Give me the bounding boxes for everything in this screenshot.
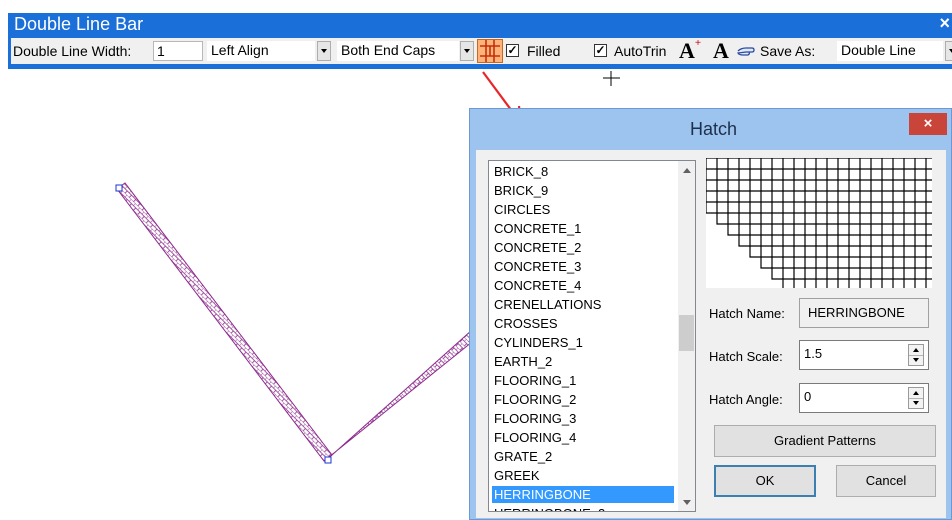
toolbar-titlebar[interactable]: Double Line Bar × <box>8 13 952 35</box>
spin-down-icon[interactable] <box>909 398 923 408</box>
align-select[interactable]: Left Align <box>207 41 315 61</box>
hatch-scale-label: Hatch Scale: <box>709 349 783 364</box>
list-item[interactable]: FLOORING_1 <box>492 372 674 389</box>
dialog-title: Hatch <box>690 119 738 139</box>
hatch-angle-stepper[interactable] <box>908 387 924 409</box>
autotrim-checkbox[interactable]: ✓ <box>594 44 607 57</box>
hatched-bar-left <box>116 182 333 462</box>
hatch-icon <box>480 40 500 62</box>
hatch-name-label: Hatch Name: <box>709 306 785 321</box>
hatch-pattern-button[interactable] <box>477 39 503 63</box>
scroll-up-icon[interactable] <box>678 161 695 178</box>
toolbar-row: Double Line Width: 1 Left Align Both End… <box>8 35 952 69</box>
hatch-scale-spinner[interactable] <box>799 340 929 370</box>
dialog-body: BRICK_8 BRICK_9 CIRCLES CONCRETE_1 CONCRETE_… <box>476 135 952 518</box>
list-item[interactable]: CRENELLATIONS <box>492 296 674 313</box>
list-item[interactable]: CROSSES <box>492 315 674 332</box>
list-item[interactable]: FLOORING_3 <box>492 410 674 427</box>
list-item[interactable]: CONCRETE_3 <box>492 258 674 275</box>
double-line-toolbar: Double Line Bar × Double Line Width: 1 L… <box>0 0 952 70</box>
font-larger-icon[interactable]: A+ <box>679 37 701 64</box>
hatch-angle-input[interactable] <box>804 389 894 404</box>
save-as-select[interactable]: Double Line <box>837 41 943 61</box>
hatch-angle-spinner[interactable] <box>799 383 929 413</box>
crosshair-cursor-icon <box>603 71 620 86</box>
close-icon[interactable]: × <box>939 13 950 34</box>
list-item[interactable]: FLOORING_4 <box>492 429 674 446</box>
width-label: Double Line Width: <box>13 43 132 59</box>
filled-checkbox[interactable]: ✓ <box>506 44 519 57</box>
save-hand-icon[interactable] <box>737 43 755 62</box>
list-item[interactable]: BRICK_8 <box>492 163 674 180</box>
save-as-label: Save As: <box>760 43 816 59</box>
list-item[interactable]: CONCRETE_1 <box>492 220 674 237</box>
hatch-name-field: HERRINGBONE <box>799 298 929 328</box>
list-item[interactable]: HERRINGBONE <box>492 486 674 503</box>
list-scrollbar[interactable] <box>678 161 695 511</box>
spin-down-icon[interactable] <box>909 355 923 365</box>
list-item[interactable]: GREEK <box>492 467 674 484</box>
autotrim-label: AutoTrin <box>614 43 667 59</box>
hatch-preview <box>639 135 952 324</box>
hatch-scale-stepper[interactable] <box>908 344 924 366</box>
hatch-angle-label: Hatch Angle: <box>709 392 783 407</box>
align-dropdown-arrow-icon[interactable] <box>317 41 331 61</box>
grip-handle-corner <box>324 456 332 464</box>
herringbone-preview-image <box>639 135 952 324</box>
hatch-scale-input[interactable] <box>804 346 894 361</box>
dialog-close-icon[interactable]: × <box>909 113 947 135</box>
hatched-bar-right <box>323 328 473 462</box>
ok-button[interactable]: OK <box>714 465 816 497</box>
caps-select[interactable]: Both End Caps <box>337 41 459 61</box>
list-item[interactable]: GRATE_2 <box>492 448 674 465</box>
cancel-button[interactable]: Cancel <box>836 465 936 497</box>
toolbar-controls: Double Line Width: 1 Left Align Both End… <box>11 37 952 64</box>
list-item[interactable]: HERRINGBONE_2 <box>492 505 674 511</box>
list-item[interactable]: CONCRETE_4 <box>492 277 674 294</box>
list-item[interactable]: CYLINDERS_1 <box>492 334 674 351</box>
toolbar-title: Double Line Bar <box>14 14 144 34</box>
hatch-pattern-list[interactable]: BRICK_8 BRICK_9 CIRCLES CONCRETE_1 CONCRETE_… <box>488 160 696 512</box>
grip-handle-start <box>115 184 123 192</box>
caps-dropdown-arrow-icon[interactable] <box>460 41 474 61</box>
list-item[interactable]: BRICK_9 <box>492 182 674 199</box>
scroll-thumb[interactable] <box>679 315 694 351</box>
filled-label: Filled <box>527 43 561 59</box>
width-input[interactable]: 1 <box>153 41 203 61</box>
gradient-patterns-button[interactable]: Gradient Patterns <box>714 425 936 457</box>
list-item[interactable]: CONCRETE_2 <box>492 239 674 256</box>
list-item[interactable]: FLOORING_2 <box>492 391 674 408</box>
list-item[interactable]: CIRCLES <box>492 201 674 218</box>
save-as-dropdown-arrow-icon[interactable] <box>945 41 952 61</box>
scroll-down-icon[interactable] <box>678 494 695 511</box>
list-item[interactable]: EARTH_2 <box>492 353 674 370</box>
font-icon[interactable]: A <box>713 38 729 64</box>
hatch-dialog: Hatch × BRICK_8 BRICK_9 CIRCLES CONCRETE_1 C… <box>469 108 952 520</box>
